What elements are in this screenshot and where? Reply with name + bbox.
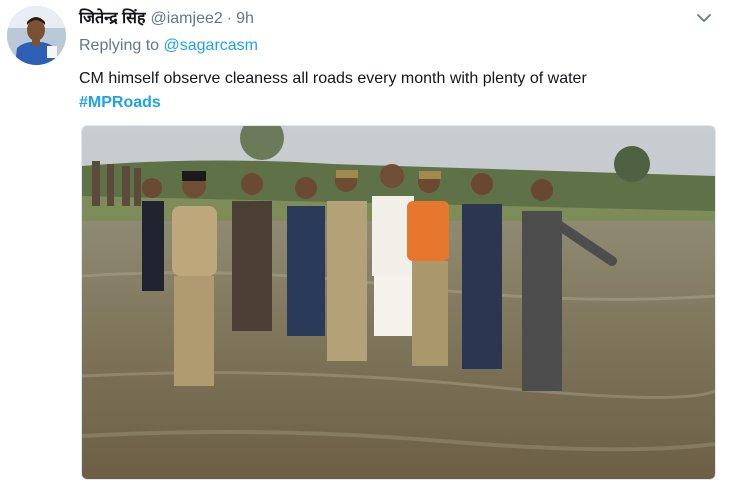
tweet-header: जितेन्द्र सिंह @iamjee2 · 9h — [79, 6, 254, 28]
author-name[interactable]: जितेन्द्र सिंह — [79, 6, 145, 28]
reply-to-handle-link[interactable]: @sagarcasm — [164, 37, 259, 54]
chevron-down-icon[interactable] — [696, 10, 712, 26]
tweet-photo[interactable] — [81, 125, 716, 480]
replying-to-label: Replying to — [79, 37, 160, 54]
hashtag-link[interactable]: #MPRoads — [79, 91, 161, 115]
separator-dot: · — [226, 10, 233, 27]
tweet-timestamp[interactable]: 9h — [236, 10, 254, 28]
tweet-text: CM himself observe cleaness all roads ev… — [79, 67, 709, 115]
tweet-body: CM himself observe cleaness all roads ev… — [79, 70, 587, 87]
author-handle[interactable]: @iamjee2 — [150, 10, 222, 28]
avatar[interactable] — [7, 6, 66, 65]
replying-to: Replying to @sagarcasm — [79, 37, 258, 55]
